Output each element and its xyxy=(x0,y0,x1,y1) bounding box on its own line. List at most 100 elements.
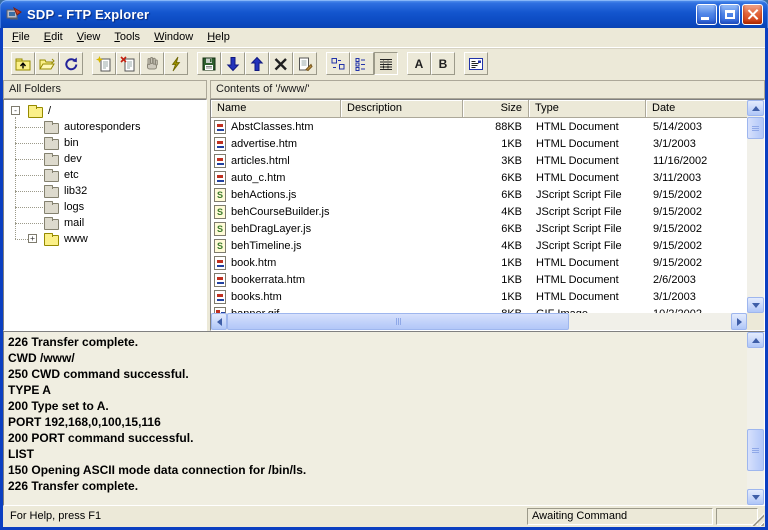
save-button[interactable] xyxy=(197,52,221,75)
log-window-button[interactable] xyxy=(464,52,488,75)
delete-document-button[interactable] xyxy=(116,52,140,75)
file-size: 6KB xyxy=(463,172,529,184)
file-type: HTML Document xyxy=(529,138,646,150)
binary-mode-button[interactable]: B xyxy=(431,52,455,75)
chevron-left-icon xyxy=(213,318,222,326)
log-line: TYPE A xyxy=(8,382,744,398)
expand-box[interactable]: + xyxy=(28,234,37,243)
menu-window[interactable]: Window xyxy=(147,29,200,46)
file-size: 4KB xyxy=(463,206,529,218)
tree-item-www[interactable]: + www xyxy=(4,231,206,247)
tree-label: / xyxy=(48,105,51,117)
tree-label: bin xyxy=(64,137,79,149)
details-view-button[interactable] xyxy=(374,52,398,75)
open-folder-button[interactable] xyxy=(35,52,59,75)
tree-item-dev[interactable]: dev xyxy=(4,151,206,167)
scroll-down-button[interactable] xyxy=(747,297,764,313)
tree-label: autoresponders xyxy=(64,121,140,133)
panel-splitter[interactable] xyxy=(207,80,210,331)
file-row[interactable]: behActions.js 6KB JScript Script File 9/… xyxy=(211,186,747,203)
upload-button[interactable] xyxy=(245,52,269,75)
tree-stub xyxy=(15,143,43,144)
file-date: 3/1/2003 xyxy=(646,291,747,303)
log-vertical-scrollbar[interactable] xyxy=(747,332,764,505)
tree-item-autoresponders[interactable]: autoresponders xyxy=(4,119,206,135)
scroll-up-button[interactable] xyxy=(747,100,764,116)
maximize-button[interactable] xyxy=(719,4,740,25)
column-type[interactable]: Type xyxy=(529,100,646,118)
column-name[interactable]: Name xyxy=(211,100,341,118)
new-document-icon xyxy=(96,56,112,72)
horizontal-scrollbar[interactable] xyxy=(211,313,747,330)
tree-item-mail[interactable]: mail xyxy=(4,215,206,231)
menu-edit[interactable]: Edit xyxy=(37,29,70,46)
menu-view[interactable]: View xyxy=(70,29,108,46)
open-folder-icon xyxy=(28,107,43,118)
file-row[interactable]: books.htm 1KB HTML Document 3/1/2003 xyxy=(211,288,747,305)
file-row-clipped[interactable]: banner.gif 8KB GIF Image 10/2/2002 xyxy=(211,305,747,313)
folder-icon xyxy=(44,219,59,230)
collapse-box[interactable]: - xyxy=(11,106,20,115)
ascii-mode-button[interactable]: A xyxy=(407,52,431,75)
log-line: PORT 192,168,0,100,15,116 xyxy=(8,414,744,430)
ftp-log-panel: 226 Transfer complete. CWD /www/ 250 CWD… xyxy=(3,331,765,506)
close-button[interactable] xyxy=(742,4,763,25)
new-document-button[interactable] xyxy=(92,52,116,75)
quick-connect-button[interactable] xyxy=(164,52,188,75)
scroll-up-button[interactable] xyxy=(747,332,764,348)
file-date: 11/16/2002 xyxy=(646,155,747,167)
large-icons-view-button[interactable] xyxy=(326,52,350,75)
file-row[interactable]: advertise.htm 1KB HTML Document 3/1/2003 xyxy=(211,135,747,152)
column-description[interactable]: Description xyxy=(341,100,463,118)
tree-item-logs[interactable]: logs xyxy=(4,199,206,215)
tree-label: etc xyxy=(64,169,79,181)
delete-button[interactable] xyxy=(269,52,293,75)
file-row[interactable]: behTimeline.js 4KB JScript Script File 9… xyxy=(211,237,747,254)
scrollbar-thumb[interactable] xyxy=(747,117,764,139)
file-row[interactable]: AbstClasses.htm 88KB HTML Document 5/14/… xyxy=(211,118,747,135)
scrollbar-thumb[interactable] xyxy=(227,313,569,330)
file-name: behDragLayer.js xyxy=(231,223,311,235)
tree-item-lib32[interactable]: lib32 xyxy=(4,183,206,199)
details-view-icon xyxy=(378,56,394,72)
tree-stub xyxy=(15,191,43,192)
file-row[interactable]: behCourseBuilder.js 4KB JScript Script F… xyxy=(211,203,747,220)
tree-item-root[interactable]: - / xyxy=(4,103,206,119)
log-line: 200 Type set to A. xyxy=(8,398,744,414)
file-row[interactable]: articles.html 3KB HTML Document 11/16/20… xyxy=(211,152,747,169)
list-view-button[interactable] xyxy=(350,52,374,75)
stop-hand-button[interactable] xyxy=(140,52,164,75)
jscript-file-icon xyxy=(214,188,226,202)
file-row[interactable]: bookerrata.htm 1KB HTML Document 2/6/200… xyxy=(211,271,747,288)
file-type: HTML Document xyxy=(529,172,646,184)
delete-document-icon xyxy=(120,56,136,72)
file-size: 4KB xyxy=(463,240,529,252)
vertical-scrollbar[interactable] xyxy=(747,100,764,313)
scroll-left-button[interactable] xyxy=(211,313,227,330)
maximize-icon xyxy=(725,10,735,19)
file-date: 9/15/2002 xyxy=(646,206,747,218)
tree-item-bin[interactable]: bin xyxy=(4,135,206,151)
tree-label: logs xyxy=(64,201,84,213)
file-row[interactable]: auto_c.htm 6KB HTML Document 3/11/2003 xyxy=(211,169,747,186)
refresh-button[interactable] xyxy=(59,52,83,75)
properties-button[interactable] xyxy=(293,52,317,75)
menu-help[interactable]: Help xyxy=(200,29,237,46)
lightning-icon xyxy=(168,56,184,72)
menu-file[interactable]: File xyxy=(5,29,37,46)
scrollbar-thumb[interactable] xyxy=(747,429,764,471)
file-row[interactable]: behDragLayer.js 6KB JScript Script File … xyxy=(211,220,747,237)
scroll-right-button[interactable] xyxy=(731,313,747,330)
scroll-down-button[interactable] xyxy=(747,489,764,505)
delete-x-icon xyxy=(273,56,289,72)
column-size[interactable]: Size xyxy=(463,100,529,118)
jscript-file-icon xyxy=(214,205,226,219)
chevron-up-icon xyxy=(752,334,760,343)
parent-folder-button[interactable] xyxy=(11,52,35,75)
tree-item-etc[interactable]: etc xyxy=(4,167,206,183)
file-name: books.htm xyxy=(231,291,282,303)
menu-tools[interactable]: Tools xyxy=(107,29,147,46)
file-row[interactable]: book.htm 1KB HTML Document 9/15/2002 xyxy=(211,254,747,271)
download-button[interactable] xyxy=(221,52,245,75)
minimize-button[interactable] xyxy=(696,4,717,25)
